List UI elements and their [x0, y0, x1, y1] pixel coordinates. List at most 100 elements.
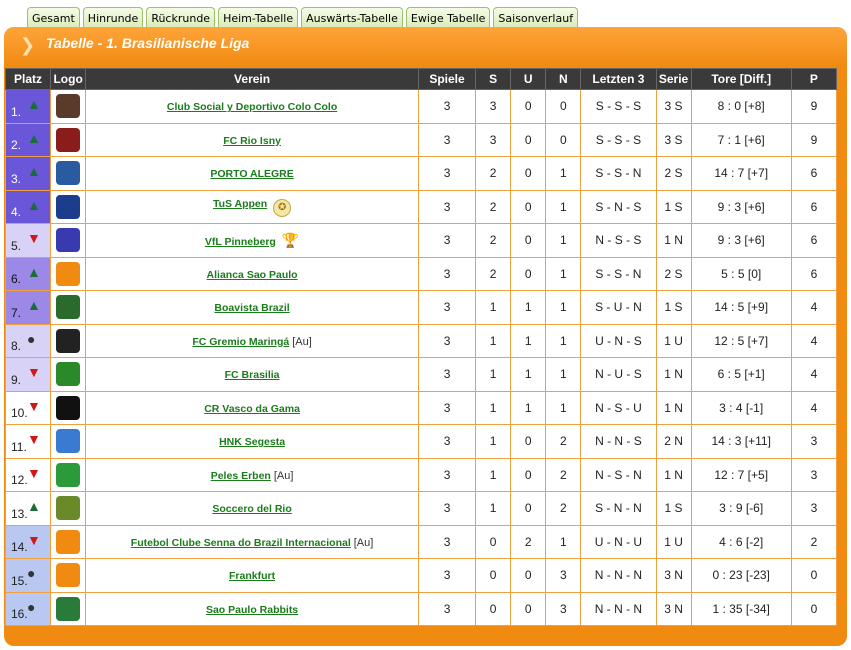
tab-bar: Gesamt Hinrunde Rückrunde Heim-Tabelle Auswä…: [27, 7, 579, 29]
goals-cell: 14 : 5 [+9]: [690, 290, 792, 325]
col-header-verein[interactable]: Verein: [85, 68, 419, 90]
streak-cell: 1 S: [655, 290, 692, 325]
draws-cell: 0: [510, 156, 547, 191]
col-header-p[interactable]: P: [790, 68, 838, 90]
tab-saisonverlauf[interactable]: Saisonverlauf: [493, 7, 579, 29]
club-link[interactable]: Peles Erben: [211, 470, 271, 482]
col-header-n[interactable]: N: [545, 68, 582, 90]
trend-down-icon: [27, 366, 41, 379]
club-link[interactable]: VfL Pinneberg: [205, 236, 276, 248]
col-header-s[interactable]: S: [475, 68, 512, 90]
goals-cell: 1 : 35 [-34]: [690, 591, 792, 626]
club-cell: Futebol Clube Senna do Brazil Internacio…: [85, 524, 419, 559]
logo-cell: [50, 457, 87, 492]
club-cell: Alianca Sao Paulo: [85, 256, 419, 291]
draws-cell: 0: [510, 457, 547, 492]
goals-cell: 7 : 1 [+6]: [690, 122, 792, 157]
logo-cell: [50, 156, 87, 191]
club-cell: Club Social y Deportivo Colo Colo: [85, 89, 419, 124]
club-link[interactable]: TuS Appen: [213, 198, 267, 210]
vfl-pinneberg-logo: [56, 228, 81, 253]
wins-cell: 1: [475, 424, 512, 459]
rank-cell: 15.: [4, 558, 52, 593]
draws-cell: 0: [510, 189, 547, 224]
points-cell: 0: [790, 558, 838, 593]
logo-cell: [50, 256, 87, 291]
col-header-platz[interactable]: Platz: [4, 68, 52, 90]
trend-up-icon: [27, 299, 41, 312]
porto-alegre-logo: [56, 161, 81, 186]
last3-cell: N - N - S: [580, 424, 657, 459]
club-suffix: [Au]: [273, 469, 294, 482]
club-link[interactable]: Soccero del Rio: [212, 503, 291, 515]
club-link[interactable]: FC Rio Isny: [223, 135, 281, 147]
club-link[interactable]: Alianca Sao Paulo: [207, 269, 298, 281]
goals-cell: 3 : 4 [-1]: [690, 390, 792, 425]
wins-cell: 0: [475, 591, 512, 626]
points-cell: 9: [790, 122, 838, 157]
rank: 1.: [11, 104, 22, 119]
last3-cell: N - N - N: [580, 591, 657, 626]
club-cell: Soccero del Rio: [85, 491, 419, 526]
club-link[interactable]: Futebol Clube Senna do Brazil Internacio…: [131, 537, 351, 549]
club-link[interactable]: Sao Paulo Rabbits: [206, 604, 298, 616]
goals-cell: 3 : 9 [-6]: [690, 491, 792, 526]
club-link[interactable]: HNK Segesta: [219, 436, 285, 448]
draws-cell: 0: [510, 424, 547, 459]
club-link[interactable]: CR Vasco da Gama: [204, 403, 300, 415]
club-cell: CR Vasco da Gama: [85, 390, 419, 425]
games-cell: 3: [417, 290, 477, 325]
col-header-tore[interactable]: Tore [Diff.]: [690, 68, 792, 90]
league-table: Platz Logo Verein Spiele S U N Letzten 3…: [4, 68, 838, 626]
losses-cell: 1: [545, 390, 582, 425]
club-link[interactable]: FC Brasilia: [225, 369, 280, 381]
alianca-sao-paulo-logo: [56, 261, 81, 286]
table-row: 1.Club Social y Deportivo Colo Colo3300S…: [4, 89, 838, 124]
streak-cell: 3 N: [655, 591, 692, 626]
tab-ewige-tabelle[interactable]: Ewige Tabelle: [405, 7, 491, 29]
club-link[interactable]: FC Gremio Maringá: [192, 336, 289, 348]
club-link[interactable]: Boavista Brazil: [214, 302, 289, 314]
streak-cell: 1 N: [655, 357, 692, 392]
table-row: 13.Soccero del Rio3102S - N - N1 S3 : 9 …: [4, 491, 838, 526]
games-cell: 3: [417, 156, 477, 191]
rank: 14.: [11, 540, 28, 554]
last3-cell: S - U - N: [580, 290, 657, 325]
tab-gesamt[interactable]: Gesamt: [27, 7, 80, 29]
club-cell: FC Brasilia: [85, 357, 419, 392]
goals-cell: 12 : 7 [+5]: [690, 457, 792, 492]
wins-cell: 2: [475, 256, 512, 291]
games-cell: 3: [417, 223, 477, 258]
tab-hinrunde[interactable]: Hinrunde: [82, 7, 144, 29]
tab-heim-tabelle[interactable]: Heim-Tabelle: [218, 7, 299, 29]
club-cell: Sao Paulo Rabbits: [85, 591, 419, 626]
wins-cell: 3: [475, 122, 512, 157]
trend-up-icon: [27, 500, 41, 513]
trend-down-icon: [27, 400, 41, 413]
rank-cell: 3.: [4, 156, 52, 191]
col-header-spiele[interactable]: Spiele: [417, 68, 477, 90]
tab-rückrunde[interactable]: Rückrunde: [146, 7, 216, 29]
table-row: 6. Alianca Sao Paulo 3201S - S - N2 S5 : 5…: [4, 256, 838, 291]
trend-down-icon: [27, 467, 41, 480]
logo-cell: [50, 122, 87, 157]
page-title: Tabelle - 1. Brasilianische Liga: [46, 35, 250, 51]
club-link[interactable]: Club Social y Deportivo Colo Colo: [167, 101, 337, 113]
streak-cell: 3 N: [655, 558, 692, 593]
fc-gremio-maringa-logo: [56, 328, 81, 353]
rank: 2.: [11, 138, 22, 152]
boavista-brazil-logo: [56, 295, 81, 320]
streak-cell: 2 N: [655, 424, 692, 459]
points-cell: 6: [790, 256, 838, 291]
col-header-u[interactable]: U: [510, 68, 547, 90]
club-link[interactable]: PORTO ALEGRE: [210, 168, 293, 180]
rank: 11.: [11, 439, 27, 454]
losses-cell: 1: [545, 290, 582, 325]
draws-cell: 0: [510, 223, 547, 258]
trend-up-icon: [27, 132, 41, 145]
colo-colo-logo: [56, 94, 81, 119]
tab-auswärts-tabelle[interactable]: Auswärts-Tabelle: [301, 7, 403, 29]
club-link[interactable]: Frankfurt: [229, 570, 275, 582]
streak-cell: 1 S: [655, 491, 692, 526]
points-cell: 3: [790, 491, 838, 526]
